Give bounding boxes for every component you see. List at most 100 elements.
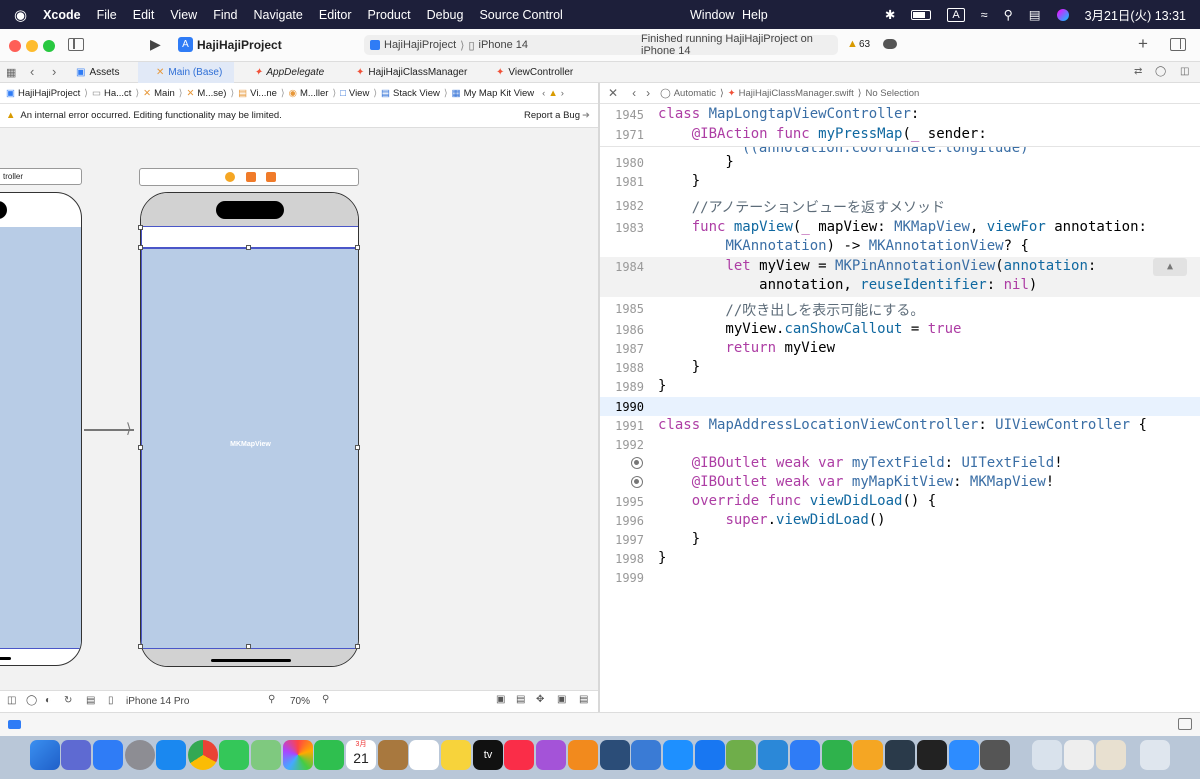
control-center-icon[interactable]: ▤ xyxy=(1029,7,1041,22)
grid-icon[interactable]: ▦ xyxy=(6,66,16,79)
bluetooth-icon[interactable]: ✱ xyxy=(885,7,895,22)
forward-chevron-icon[interactable]: › xyxy=(52,64,56,79)
simulator-icon[interactable] xyxy=(663,740,693,770)
add-button[interactable]: + xyxy=(1138,34,1148,54)
resize-handle[interactable] xyxy=(355,245,360,250)
update-frames-icon[interactable]: ▣ xyxy=(496,694,505,705)
menu-app[interactable]: Xcode xyxy=(43,8,81,22)
resize-handle[interactable] xyxy=(355,445,360,450)
messages-icon[interactable] xyxy=(219,740,249,770)
document-outline-icon[interactable]: ◫ xyxy=(7,695,16,706)
mail-icon[interactable] xyxy=(93,740,123,770)
resolve-issues-icon[interactable]: ▤ xyxy=(579,694,588,705)
warning-icon[interactable]: ▲ xyxy=(548,88,557,99)
calendar-icon[interactable]: 3月 21 xyxy=(346,740,376,770)
view-controller-icon[interactable] xyxy=(225,172,235,182)
music-icon[interactable] xyxy=(504,740,534,770)
jump-item-scene[interactable]: Vi...ne xyxy=(250,88,277,99)
tab-hajihajiclassmanager[interactable]: ✦ HajiHajiClassManager xyxy=(356,62,467,83)
scene-title-bar[interactable]: troller xyxy=(0,168,82,185)
previous-issue-icon[interactable]: ‹ xyxy=(542,88,545,99)
menu-product[interactable]: Product xyxy=(368,8,411,22)
jump-item-view[interactable]: View xyxy=(349,88,369,99)
keynote-icon[interactable] xyxy=(790,740,820,770)
menu-editor[interactable]: Editor xyxy=(319,8,352,22)
chrome-icon[interactable] xyxy=(188,740,218,770)
menu-edit[interactable]: Edit xyxy=(133,8,155,22)
outlet-connection-icon[interactable] xyxy=(631,457,643,469)
pages-icon[interactable] xyxy=(853,740,883,770)
finder-icon[interactable] xyxy=(30,740,60,770)
calculator-icon[interactable] xyxy=(980,740,1010,770)
photos-icon[interactable] xyxy=(283,740,313,770)
menu-view[interactable]: View xyxy=(170,8,197,22)
notes-app-icon[interactable] xyxy=(378,740,408,770)
tab-viewcontroller[interactable]: ✦ ViewController xyxy=(496,62,573,83)
menu-find[interactable]: Find xyxy=(213,8,237,22)
scene-dock[interactable] xyxy=(139,168,359,186)
apple-menu-icon[interactable]: ◉ xyxy=(14,6,27,24)
debug-area-toggle-icon[interactable] xyxy=(8,720,21,729)
navigator-toggle-icon[interactable] xyxy=(68,38,84,51)
reminders-icon[interactable] xyxy=(409,740,439,770)
textedit-icon[interactable] xyxy=(1064,740,1094,770)
jump-item-stack-view[interactable]: Stack View xyxy=(393,88,440,99)
map-view[interactable]: MKMapView xyxy=(141,248,358,649)
numbers-icon[interactable] xyxy=(822,740,852,770)
minimize-window-button[interactable] xyxy=(26,40,38,52)
terminal-icon[interactable] xyxy=(917,740,947,770)
editor-options-icon[interactable]: ◯ xyxy=(1155,66,1166,77)
instruments-icon[interactable] xyxy=(600,740,630,770)
right-scene-device[interactable]: MKMapView xyxy=(140,192,359,667)
back-chevron-icon[interactable]: ‹ xyxy=(632,86,636,100)
wifi-icon[interactable]: ≈ xyxy=(981,8,988,22)
jump-item-main[interactable]: Main xyxy=(154,88,175,99)
jump-item-file[interactable]: HajiHajiClassManager.swift xyxy=(739,88,854,99)
next-issue-icon[interactable]: › xyxy=(561,88,564,99)
menu-window[interactable]: Window xyxy=(690,0,734,29)
script-editor-icon[interactable] xyxy=(726,740,756,770)
zoom-out-icon[interactable]: ⚲ xyxy=(268,694,275,705)
zoom-app-icon[interactable] xyxy=(949,740,979,770)
resize-handle[interactable] xyxy=(138,644,143,649)
storyboard-canvas[interactable]: troller ⟩ MKMapView xyxy=(0,128,598,690)
dictionary-icon[interactable] xyxy=(1096,740,1126,770)
resize-handle[interactable] xyxy=(138,225,143,230)
battery-icon[interactable] xyxy=(911,9,932,20)
split-editor-icon[interactable]: ◫ xyxy=(1180,66,1189,77)
jump-item-controller[interactable]: M...ller xyxy=(300,88,329,99)
embed-in-icon[interactable]: ▤ xyxy=(516,694,525,705)
books-icon[interactable] xyxy=(568,740,598,770)
github-desktop-icon[interactable] xyxy=(885,740,915,770)
report-arrow-icon[interactable]: ➜ xyxy=(582,110,590,121)
jump-item-automatic[interactable]: Automatic xyxy=(674,88,716,99)
align-icon[interactable]: ✥ xyxy=(536,694,544,705)
appearance-icon[interactable]: ◐ xyxy=(45,695,51,706)
trash-icon[interactable] xyxy=(1140,740,1170,770)
resize-handle[interactable] xyxy=(246,245,251,250)
scheme-selector[interactable]: HajiHajiProject xyxy=(384,39,456,51)
jump-item-group[interactable]: Ha...ct xyxy=(104,88,131,99)
menu-file[interactable]: File xyxy=(97,8,117,22)
jump-item-selection[interactable]: No Selection xyxy=(865,88,919,99)
resize-handle[interactable] xyxy=(246,644,251,649)
notes-icon[interactable] xyxy=(441,740,471,770)
orientation-icon[interactable]: ↻ xyxy=(64,695,72,706)
input-mode-indicator[interactable]: A xyxy=(947,7,965,22)
menu-source-control[interactable]: Source Control xyxy=(479,8,562,22)
report-bug-button[interactable]: Report a Bug xyxy=(524,110,580,121)
menu-help[interactable]: Help xyxy=(742,0,768,29)
facetime-icon[interactable] xyxy=(314,740,344,770)
add-constraints-icon[interactable]: ▣ xyxy=(557,694,566,705)
preview-icon[interactable] xyxy=(1032,740,1062,770)
run-button[interactable]: ▶ xyxy=(150,36,161,53)
siri-icon[interactable] xyxy=(1056,8,1069,21)
device-configuration[interactable]: iPhone 14 Pro xyxy=(126,696,189,707)
tab-assets[interactable]: ▣ Assets xyxy=(76,62,136,83)
resize-handle[interactable] xyxy=(355,644,360,649)
exit-icon[interactable] xyxy=(266,172,276,182)
safari-icon[interactable] xyxy=(156,740,186,770)
zoom-window-button[interactable] xyxy=(43,40,55,52)
tab-main-base[interactable]: ✕ Main (Base) xyxy=(138,62,234,83)
system-settings-icon[interactable] xyxy=(125,740,155,770)
